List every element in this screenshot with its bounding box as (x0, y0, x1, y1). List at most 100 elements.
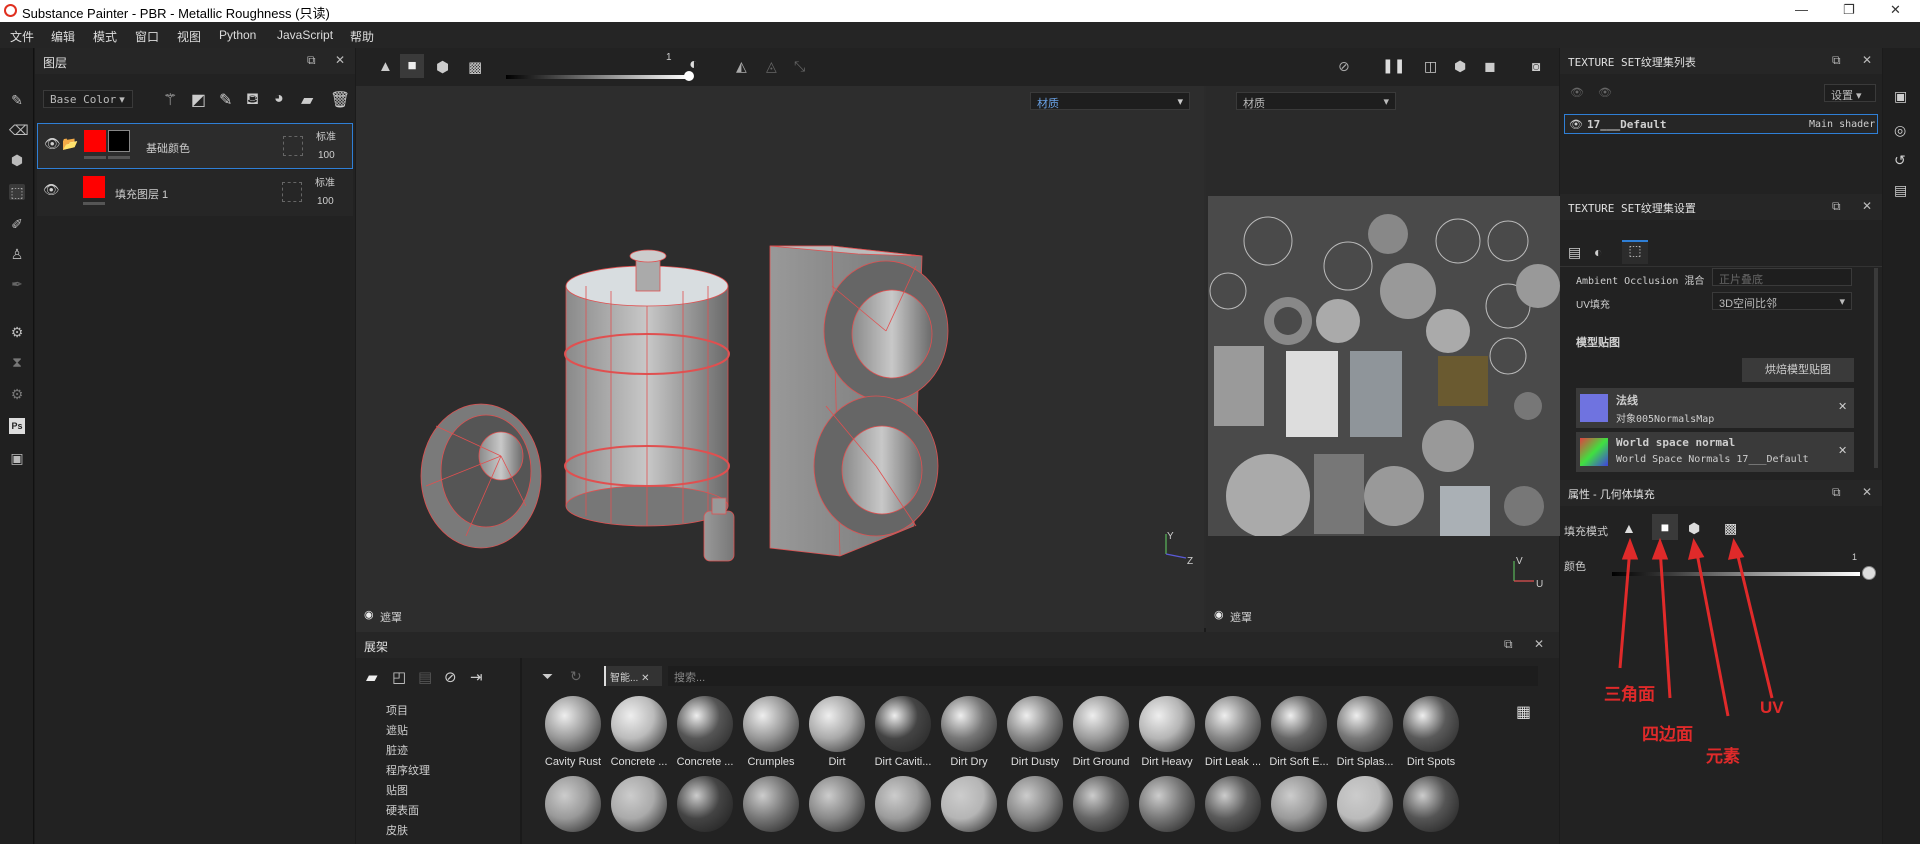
material-thumbnail[interactable] (677, 776, 733, 832)
tree-item[interactable]: 项目 (386, 702, 408, 718)
channel-dropdown[interactable]: Base Color ▾ (43, 90, 133, 108)
history-icon[interactable]: ↺ (1894, 152, 1906, 169)
texture-set-icon[interactable]: ▣ (1894, 88, 1907, 105)
ao-dropdown[interactable]: 正片叠底 (1712, 268, 1852, 286)
import-icon[interactable]: ▤ (418, 668, 432, 686)
blend-mode[interactable]: 标准 (316, 128, 336, 143)
material-thumbnail[interactable] (545, 696, 601, 752)
texture-set-row[interactable]: 👁 17___Default Main shader (1564, 114, 1878, 134)
bake-mesh-maps-button[interactable]: 烘焙模型贴图 (1742, 358, 1854, 382)
add-paint-layer-icon[interactable]: ✎ (219, 90, 232, 110)
visibility-eye-icon[interactable]: 👁 (1569, 118, 1583, 131)
screenshot-camera-icon[interactable]: ◙ (1532, 58, 1540, 74)
visibility-eye-icon[interactable]: 👁 (43, 182, 60, 198)
material-thumbnail[interactable] (809, 776, 865, 832)
element-mode-icon[interactable]: ⬢ (436, 58, 449, 76)
filter-tag[interactable]: 智能... ✕ (604, 666, 662, 686)
filter-icon[interactable]: ⏷ (542, 668, 553, 685)
clone-stamp-icon[interactable]: ♙ (9, 246, 25, 262)
settings-dropdown[interactable]: 设置 ▾ (1824, 84, 1876, 102)
smudge-icon[interactable]: ✐ (9, 216, 25, 232)
close-icon[interactable]: ✕ (1862, 485, 1872, 499)
material-dropdown-2d[interactable]: 材质 ▾ (1236, 92, 1396, 110)
symmetry-icon[interactable]: ◭ (736, 58, 747, 75)
add-mask-icon[interactable]: ◩ (191, 90, 206, 110)
mirror-icon[interactable]: ◬ (766, 58, 777, 75)
tree-item[interactable]: 皮肤 (386, 822, 408, 838)
add-effect-icon[interactable]: ⚚ (163, 90, 177, 110)
split-view-icon[interactable]: ◫ (1424, 58, 1437, 75)
hide-icon[interactable]: ⊘ (444, 668, 457, 686)
material-thumbnail[interactable] (1139, 696, 1195, 752)
add-folder-icon[interactable]: ▰ (301, 90, 313, 110)
hide-icon[interactable]: ⊘ (1338, 58, 1350, 75)
float-icon[interactable]: ⧉ (307, 53, 316, 68)
float-icon[interactable]: ⧉ (1504, 637, 1513, 652)
material-thumbnail[interactable] (1271, 696, 1327, 752)
material-thumbnail[interactable] (1073, 776, 1129, 832)
scrollbar[interactable] (1874, 268, 1878, 468)
material-thumbnail[interactable] (1205, 696, 1261, 752)
menu-view[interactable]: 视图 (177, 28, 201, 45)
menu-window[interactable]: 窗口 (135, 28, 159, 45)
material-thumbnail[interactable] (1007, 696, 1063, 752)
uv-mode-icon[interactable]: ▩ (468, 58, 482, 76)
tree-item[interactable]: 遮贴 (386, 722, 408, 738)
paint-brush-icon[interactable]: ✎ (9, 92, 25, 108)
eraser-icon[interactable]: ⌫ (9, 122, 29, 138)
material-thumbnail[interactable] (1403, 776, 1459, 832)
material-thumbnail[interactable] (1337, 696, 1393, 752)
search-input[interactable]: 搜索... (668, 666, 1538, 686)
material-thumbnail[interactable] (1271, 776, 1327, 832)
delete-layer-icon[interactable]: 🗑 (330, 90, 350, 110)
add-smart-material-icon[interactable]: ◕ (274, 90, 284, 108)
log-icon[interactable]: ▤ (1894, 182, 1907, 199)
add-fill-layer-icon[interactable]: ⛾ (246, 90, 259, 110)
maximize-button[interactable]: ❐ (1843, 2, 1855, 18)
export-icon[interactable]: ⇥ (470, 668, 483, 686)
grid-view-icon[interactable]: ▦ (1516, 702, 1531, 722)
remove-map-icon[interactable]: ✕ (1838, 444, 1847, 457)
display-settings-icon[interactable]: ◎ (1894, 122, 1906, 139)
mask-indicator-icon[interactable]: ◉ (1214, 608, 1224, 621)
material-thumbnail[interactable] (743, 776, 799, 832)
material-thumbnail[interactable] (611, 776, 667, 832)
minimize-button[interactable]: — (1795, 2, 1808, 17)
color-toggle-icon[interactable]: ◐ (689, 56, 699, 74)
texture-set-tab-icon[interactable]: ▤ (1568, 244, 1581, 261)
close-icon[interactable]: ✕ (1534, 637, 1544, 651)
layer-opacity[interactable]: 100 (318, 150, 335, 161)
transform-icon[interactable]: ⤡ (794, 58, 805, 75)
close-icon[interactable]: ✕ (335, 53, 345, 67)
tree-item[interactable]: 硬表面 (386, 802, 419, 818)
color-picker-icon[interactable]: ✒ (9, 276, 25, 292)
close-icon[interactable]: ✕ (1862, 199, 1872, 213)
material-thumbnail[interactable] (1337, 776, 1393, 832)
solo-icon[interactable]: 👁 (1598, 86, 1612, 99)
close-icon[interactable]: ✕ (1862, 53, 1872, 67)
triangle-mode-icon[interactable]: ▲ (378, 58, 393, 75)
menu-mode[interactable]: 模式 (93, 28, 117, 45)
blend-mode[interactable]: 标准 (315, 174, 335, 189)
visibility-eye-icon[interactable]: 👁 (44, 136, 61, 152)
float-icon[interactable]: ⧉ (1832, 485, 1841, 500)
uv-tab-icon[interactable]: ⬚ (1622, 240, 1648, 264)
opacity-slider[interactable] (506, 75, 688, 79)
menu-javascript[interactable]: JavaScript (277, 28, 333, 42)
video-icon[interactable]: ◼ (1484, 58, 1496, 75)
geometry-fill-icon[interactable]: ⬚ (9, 184, 25, 200)
visibility-icon[interactable]: 👁 (1570, 86, 1584, 99)
settings-gear-icon[interactable]: ⚙ (9, 324, 25, 340)
material-thumbnail[interactable] (875, 696, 931, 752)
material-thumbnail[interactable] (1403, 696, 1459, 752)
pause-icon[interactable]: ❚❚ (1382, 57, 1405, 74)
camera-cube-icon[interactable]: ⬢ (1454, 58, 1466, 75)
material-thumbnail[interactable] (677, 696, 733, 752)
material-thumbnail[interactable] (1139, 776, 1195, 832)
close-button[interactable]: ✕ (1890, 2, 1901, 18)
mask-indicator-icon[interactable]: ◉ (364, 608, 374, 621)
bake-icon[interactable]: ⧗ (9, 354, 25, 370)
tree-item[interactable]: 脏迹 (386, 742, 408, 758)
layer-opacity[interactable]: 100 (317, 196, 334, 207)
material-thumbnail[interactable] (545, 776, 601, 832)
